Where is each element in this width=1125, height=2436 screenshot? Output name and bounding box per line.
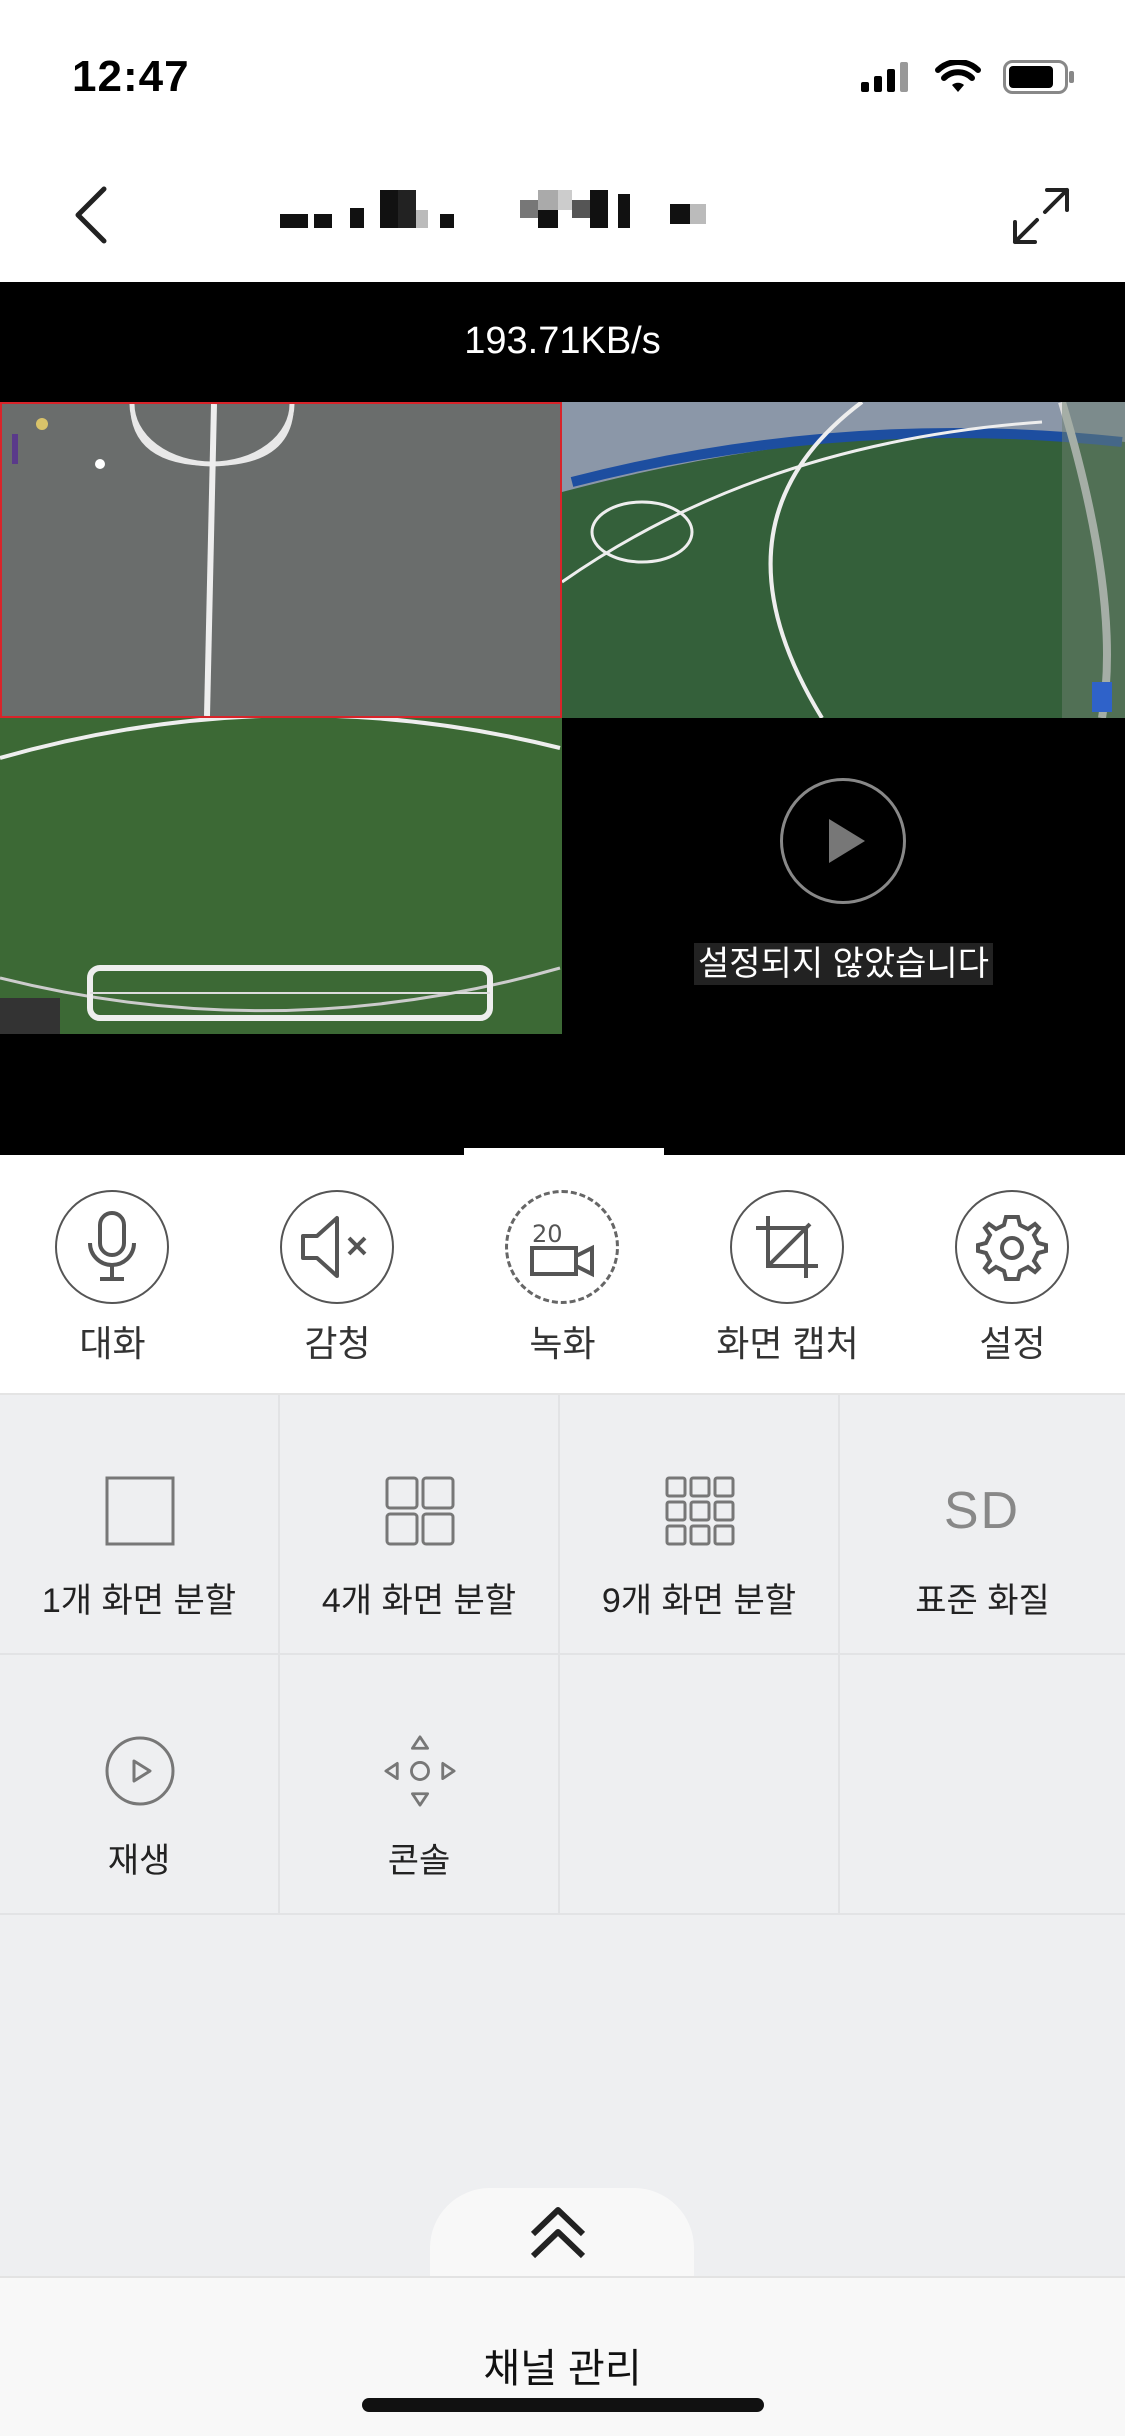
talk-button[interactable]: 대화 [0, 1155, 225, 1395]
play-icon [829, 819, 865, 863]
home-indicator[interactable] [362, 2398, 764, 2412]
crop-icon [756, 1216, 818, 1278]
video-tile-2[interactable] [562, 402, 1125, 718]
redacted-title-blocks [280, 190, 706, 228]
video-tile-1[interactable] [0, 402, 562, 718]
console-button[interactable]: 콘솔 [280, 1655, 560, 1915]
record-icon: 20 [530, 1220, 594, 1278]
video-player[interactable]: 193.71KB/s 설정되지 않았습니다 [0, 282, 1125, 1155]
back-button[interactable] [60, 180, 120, 250]
dpad-icon [384, 1735, 456, 1807]
empty-cell [560, 1655, 840, 1915]
control-toolbar: 대화 감청 20 녹화 화면 캡처 설정 [0, 1155, 1125, 1395]
video-tile-3[interactable] [0, 718, 562, 1034]
tool-label: 설정 [979, 1323, 1046, 1364]
status-time: 12:47 [72, 52, 190, 101]
svg-text:20: 20 [532, 1220, 563, 1248]
listen-button[interactable]: 감청 [225, 1155, 450, 1395]
device-title-redacted [270, 180, 830, 250]
nav-bar [0, 150, 1125, 282]
camera-feed-2 [562, 402, 1125, 718]
camera-feed-3 [0, 718, 562, 1034]
single-split-icon [105, 1476, 175, 1546]
fullscreen-button[interactable] [1009, 184, 1073, 248]
bitrate-label: 193.71KB/s [464, 320, 661, 362]
tool-label: 감청 [304, 1323, 371, 1364]
chevron-left-icon [75, 186, 107, 244]
nine-split-icon [665, 1476, 735, 1546]
signal-icon [861, 62, 908, 92]
play-icon [105, 1736, 175, 1806]
video-tile-4-empty[interactable]: 설정되지 않았습니다 [562, 718, 1125, 1034]
channel-manage-label: 채널 관리 [483, 2347, 642, 2391]
four-split-icon [385, 1476, 455, 1546]
grid-label: 재생 [107, 1842, 171, 1880]
play-button[interactable] [780, 778, 906, 904]
empty-channel-message: 설정되지 않았습니다 [562, 936, 1125, 985]
grid-label: 표준 화질 [915, 1582, 1050, 1620]
playback-button[interactable]: 재생 [0, 1655, 280, 1915]
camera-feed-1 [2, 404, 560, 716]
empty-cell [840, 1655, 1125, 1915]
microphone-icon [88, 1211, 136, 1281]
screenshot-button[interactable]: 화면 캡처 [675, 1155, 900, 1395]
status-icons [861, 60, 1075, 94]
sd-quality-icon: SD [943, 1482, 1021, 1540]
split-1-button[interactable]: 1개 화면 분할 [0, 1395, 280, 1655]
quality-button[interactable]: SD 표준 화질 [840, 1395, 1125, 1655]
gear-icon [976, 1215, 1048, 1281]
wifi-icon [935, 60, 981, 92]
settings-button[interactable]: 설정 [900, 1155, 1125, 1395]
double-chevron-up-icon[interactable] [525, 2200, 591, 2266]
tool-label: 녹화 [529, 1323, 596, 1364]
channel-manage-bar[interactable]: 채널 관리 [0, 2276, 1125, 2436]
split-4-button[interactable]: 4개 화면 분할 [280, 1395, 560, 1655]
battery-icon [1003, 60, 1074, 94]
grid-label: 콘솔 [387, 1842, 451, 1880]
grid-label: 1개 화면 분할 [41, 1582, 237, 1620]
grid-label: 9개 화면 분할 [601, 1582, 797, 1620]
drag-handle[interactable] [464, 1148, 664, 1155]
tool-label: 화면 캡처 [716, 1323, 859, 1364]
record-button[interactable]: 20 녹화 [450, 1155, 675, 1395]
grid-label: 4개 화면 분할 [321, 1582, 517, 1620]
tool-label: 대화 [79, 1323, 146, 1364]
status-bar: 12:47 [0, 0, 1125, 150]
split-9-button[interactable]: 9개 화면 분할 [560, 1395, 840, 1655]
function-grid: 1개 화면 분할 4개 화면 분할 9개 화면 분할 SD 표준 화질 재생 콘… [0, 1395, 1125, 1915]
expand-icon [1013, 188, 1069, 244]
speaker-mute-icon [301, 1216, 367, 1278]
